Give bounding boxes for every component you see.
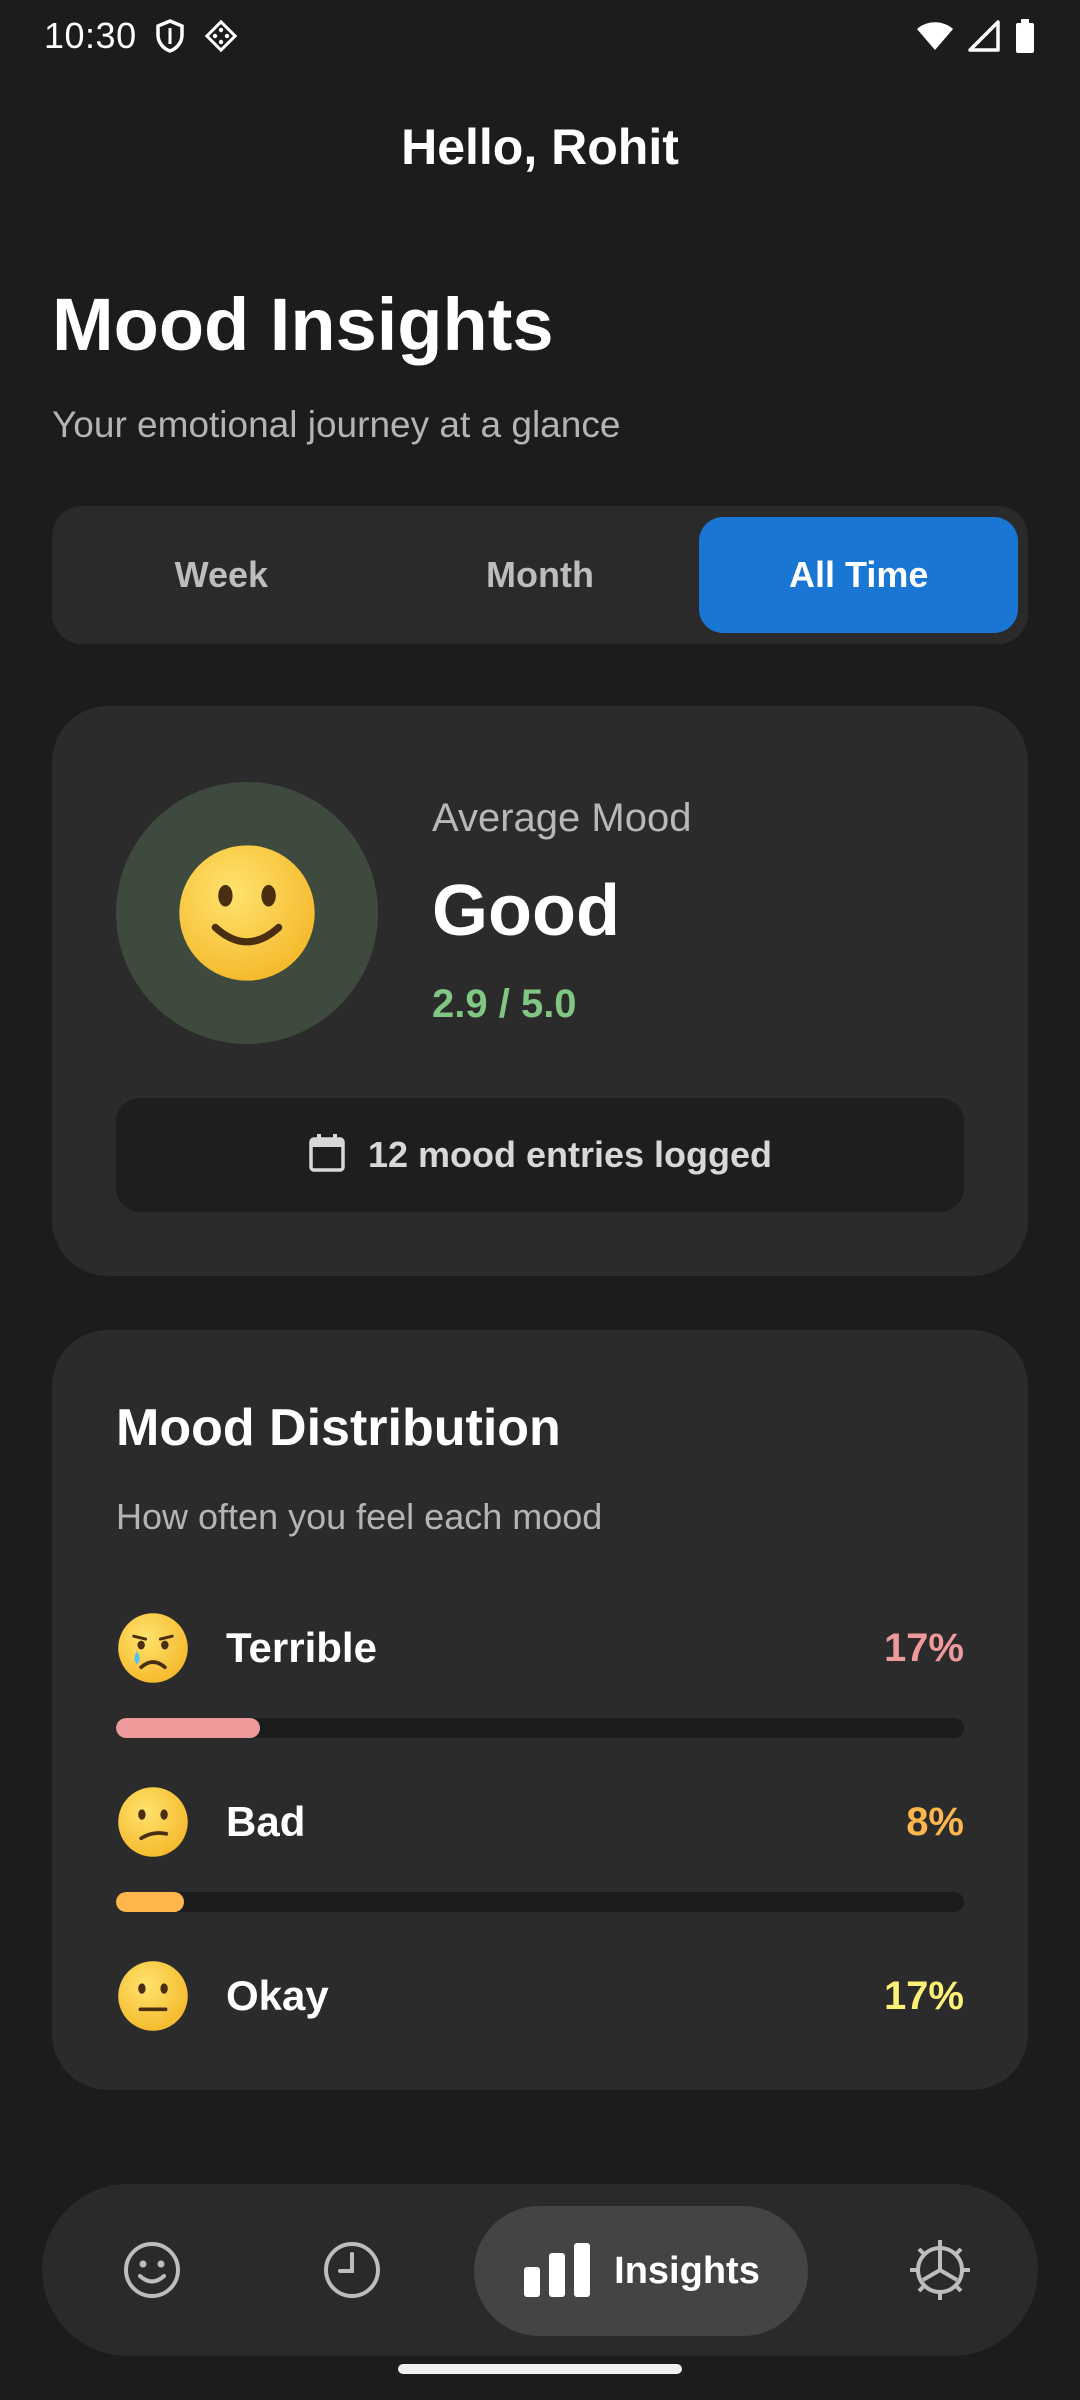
nav-insights-button[interactable]: Insights	[474, 2206, 808, 2336]
diamond-grid-icon	[203, 18, 239, 54]
history-clock-icon	[324, 2242, 380, 2298]
entries-count-box: 12 mood entries logged	[116, 1098, 964, 1212]
tab-month[interactable]: Month	[381, 517, 700, 633]
greeting-title: Hello, Rohit	[401, 119, 679, 175]
mood-bar-terrible	[116, 1718, 964, 1738]
mood-name-terrible: Terrible	[226, 1624, 377, 1671]
home-indicator[interactable]	[398, 2364, 682, 2374]
smiley-icon	[124, 2242, 180, 2298]
bar-chart-icon	[524, 2243, 591, 2297]
shield-icon	[155, 19, 185, 53]
nav-mood-button[interactable]	[92, 2184, 212, 2356]
wifi-icon	[916, 20, 954, 52]
mood-percent-terrible: 17%	[883, 1625, 964, 1670]
signal-icon	[968, 20, 1000, 52]
page-subtitle: Your emotional journey at a glance	[52, 404, 621, 445]
average-mood-label: Average Mood	[432, 796, 692, 840]
distribution-subtitle: How often you feel each mood	[116, 1496, 603, 1537]
calendar-icon	[308, 1133, 346, 1178]
nav-insights-label: Insights	[614, 2249, 760, 2292]
mood-percent-bad: 8%	[906, 1799, 964, 1844]
average-mood-value: Good	[432, 871, 620, 951]
slightly-smiling-face-icon	[179, 845, 315, 981]
mood-bar-fill-bad	[116, 1892, 184, 1912]
nav-history-button[interactable]	[292, 2184, 412, 2356]
average-mood-card: Average Mood Good 2.9 / 5.0 12 mood entr…	[52, 706, 1028, 1276]
entries-count-text: 12 mood entries logged	[367, 1134, 773, 1175]
bottom-nav: Insights	[42, 2184, 1038, 2356]
mood-row-okay: Okay 17%	[116, 1960, 964, 2032]
settings-gear-icon	[910, 2240, 970, 2300]
tab-all-time[interactable]: All Time	[699, 517, 1019, 633]
average-mood-score: 2.9 / 5.0	[432, 982, 577, 1026]
status-bar: 10:30	[0, 0, 1080, 72]
nav-settings-button[interactable]	[880, 2184, 1000, 2356]
battery-icon	[1014, 18, 1036, 54]
page-title: Mood Insights	[52, 283, 554, 366]
mood-name-bad: Bad	[226, 1798, 306, 1845]
mood-row-bad: Bad 8%	[116, 1786, 964, 1858]
status-time: 10:30	[44, 15, 137, 56]
mood-bar-bad	[116, 1892, 964, 1912]
mood-distribution-card: Mood Distribution How often you feel eac…	[52, 1330, 1028, 2090]
period-selector: Week Month All Time	[52, 506, 1028, 644]
tab-week[interactable]: Week	[62, 517, 381, 633]
mood-bar-fill-terrible	[116, 1718, 261, 1738]
confused-face-icon	[118, 1787, 188, 1857]
neutral-face-icon	[118, 1961, 188, 2031]
mood-name-okay: Okay	[226, 1972, 329, 2019]
mood-percent-okay: 17%	[883, 1973, 964, 2018]
mood-row-terrible: Terrible 17%	[116, 1612, 964, 1684]
distribution-title: Mood Distribution	[116, 1399, 561, 1457]
average-mood-avatar	[116, 782, 378, 1044]
crying-face-icon	[118, 1613, 188, 1683]
